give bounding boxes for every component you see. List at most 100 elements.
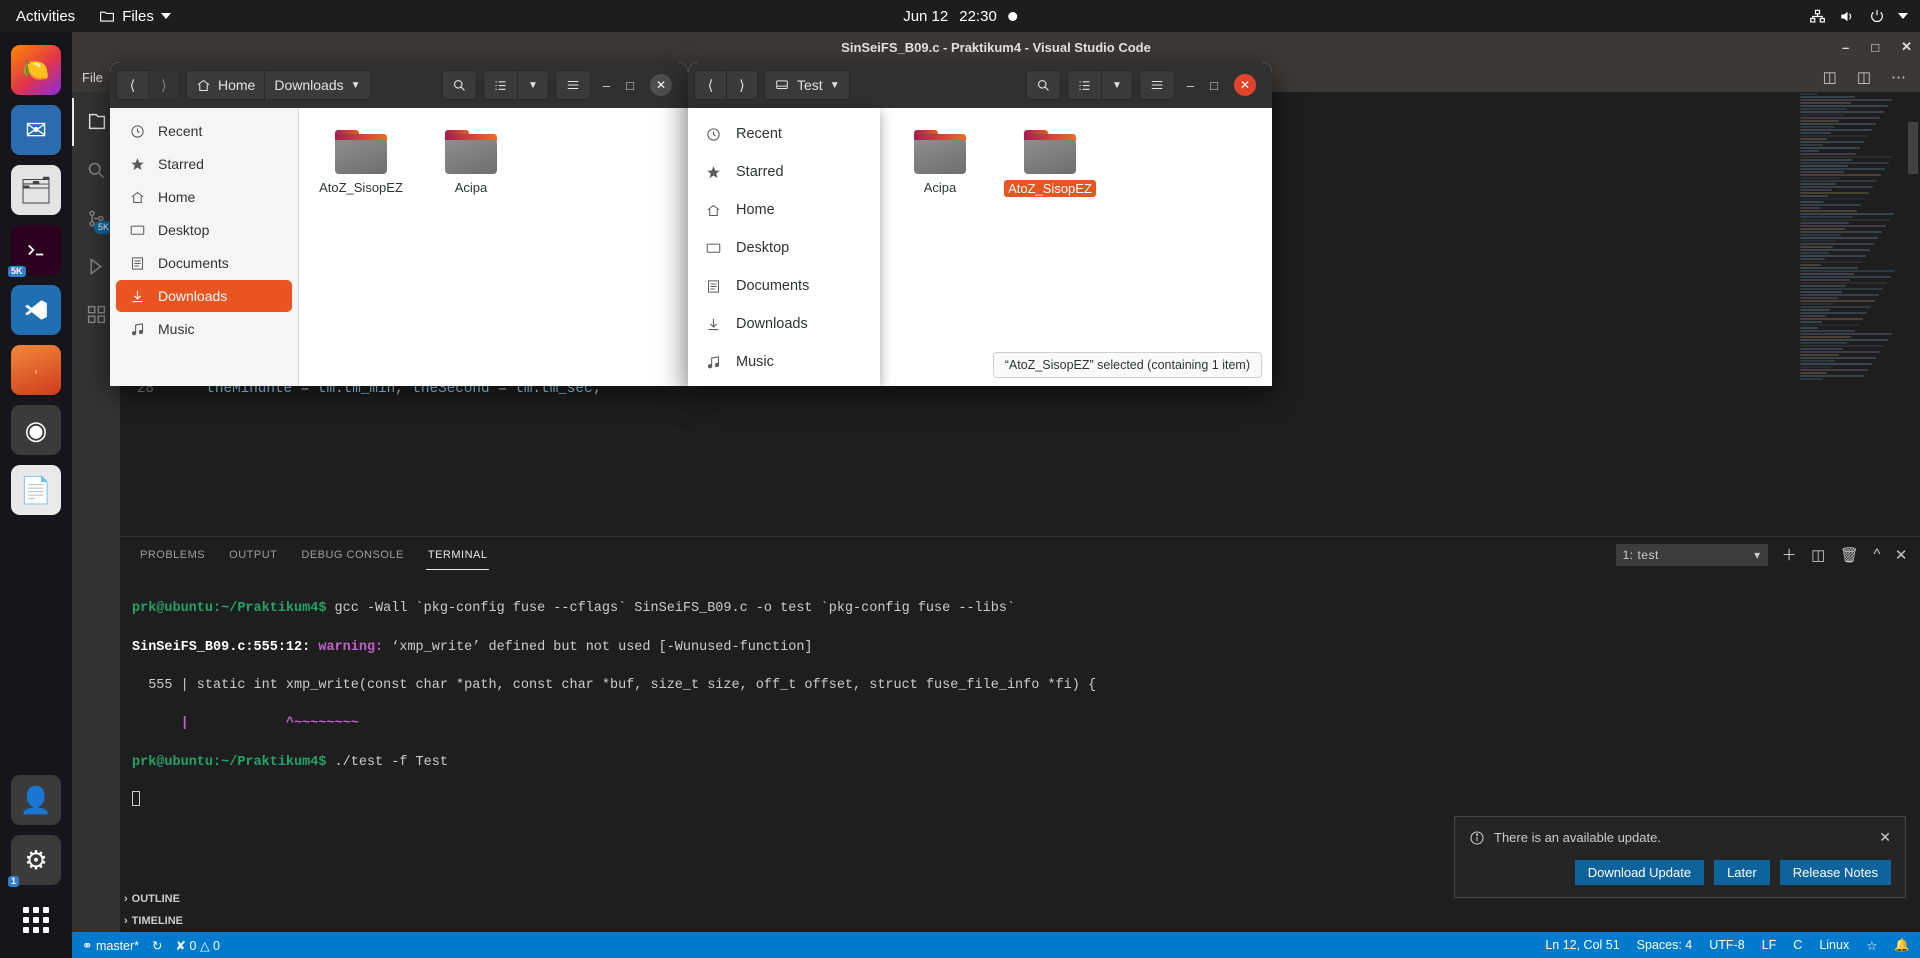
clock-button[interactable]: Jun 12 22:30 bbox=[903, 8, 1017, 25]
files1-close-button[interactable]: ✕ bbox=[650, 74, 672, 96]
files1-maximize-button[interactable]: □ bbox=[626, 78, 634, 93]
file-item[interactable]: AtoZ_​SisopEZ bbox=[309, 124, 413, 195]
minimap-line bbox=[1800, 324, 1859, 326]
menu-item-starred[interactable]: Starred bbox=[688, 153, 880, 191]
file-item[interactable]: Acipa bbox=[888, 124, 992, 197]
update-notification[interactable]: There is an available update. ✕ Download… bbox=[1454, 816, 1906, 898]
sidebar-item-downloads[interactable]: Downloads bbox=[116, 280, 292, 312]
places-dropdown-menu[interactable]: Recent Starred Home Desktop Documents Downloa… bbox=[688, 108, 880, 386]
more-actions-icon[interactable]: ⋯ bbox=[1891, 68, 1906, 86]
activities-button[interactable]: Activities bbox=[0, 8, 89, 25]
editor-scrollbar[interactable] bbox=[1906, 92, 1920, 536]
forward-button[interactable]: ⟩ bbox=[726, 70, 758, 100]
list-view-icon[interactable] bbox=[1066, 70, 1101, 100]
dock-item-files[interactable]: 🗂 bbox=[11, 165, 61, 215]
indentation[interactable]: Spaces: 4 bbox=[1637, 938, 1693, 952]
bell-dot-icon[interactable]: 🔔 bbox=[1894, 938, 1910, 953]
menu-item-music[interactable]: Music bbox=[688, 343, 880, 381]
sidebar-item-home[interactable]: Home bbox=[116, 181, 292, 213]
outline-section[interactable]: › OUTLINE bbox=[120, 888, 370, 910]
file-item[interactable]: AtoZ_​SisopEZ bbox=[998, 124, 1102, 197]
minimap-line bbox=[1800, 234, 1841, 236]
search-button[interactable] bbox=[1025, 70, 1061, 100]
close-panel-icon[interactable]: ✕ bbox=[1895, 546, 1908, 564]
path-home-button[interactable]: Home bbox=[186, 70, 265, 100]
chevron-up-icon[interactable]: ^ bbox=[1873, 546, 1881, 563]
tab-debug-console[interactable]: DEBUG CONSOLE bbox=[299, 540, 405, 569]
sidebar-item-documents[interactable]: Documents bbox=[116, 247, 292, 279]
download-update-button[interactable]: Download Update bbox=[1574, 860, 1705, 885]
list-view-icon[interactable] bbox=[482, 70, 517, 100]
minimap[interactable] bbox=[1796, 92, 1906, 536]
sidebar-item-music[interactable]: Music bbox=[116, 313, 292, 345]
view-options-chevron-down-icon[interactable]: ▼ bbox=[1100, 70, 1133, 100]
dock-item-firefox[interactable]: 🍋 bbox=[11, 45, 61, 95]
split-editor-icon[interactable]: ◫ bbox=[1823, 68, 1837, 86]
files1-minimize-button[interactable]: – bbox=[603, 78, 610, 93]
vscode-maximize-button[interactable]: □ bbox=[1871, 40, 1879, 55]
back-button[interactable]: ⟨ bbox=[116, 70, 148, 100]
power-icon bbox=[1869, 8, 1885, 24]
files2-maximize-button[interactable]: □ bbox=[1210, 78, 1218, 93]
path-current-button[interactable]: Test ▼ bbox=[764, 70, 850, 100]
menu-item-recent[interactable]: Recent bbox=[688, 115, 880, 153]
dock-item-user-account[interactable]: 👤 bbox=[11, 775, 61, 825]
editor-scrollbar-thumb[interactable] bbox=[1908, 122, 1918, 174]
tab-problems[interactable]: PROBLEMS bbox=[138, 540, 207, 569]
encoding[interactable]: UTF-8 bbox=[1709, 938, 1744, 952]
sidebar-item-desktop[interactable]: Desktop bbox=[116, 214, 292, 246]
vscode-minimize-button[interactable]: – bbox=[1842, 40, 1849, 55]
view-options-chevron-down-icon[interactable]: ▼ bbox=[516, 70, 549, 100]
menu-item-desktop[interactable]: Desktop bbox=[688, 229, 880, 267]
hamburger-menu-icon[interactable] bbox=[1138, 70, 1175, 100]
dock-item-libreoffice-writer[interactable]: 📄 bbox=[11, 465, 61, 515]
forward-button[interactable]: ⟩ bbox=[148, 70, 180, 100]
dock-item-ubuntu-software[interactable]: 𝃚 bbox=[11, 345, 61, 395]
vscode-close-button[interactable]: ✕ bbox=[1901, 39, 1912, 55]
sidebar-item-recent[interactable]: Recent bbox=[116, 115, 292, 147]
dock-item-thunderbird[interactable]: ✉ bbox=[11, 105, 61, 155]
branch-indicator[interactable]: ⚭ master* bbox=[82, 938, 139, 953]
app-menu-button[interactable]: Files bbox=[89, 8, 181, 25]
close-icon[interactable]: ✕ bbox=[1879, 829, 1891, 846]
path-current-button[interactable]: Downloads ▼ bbox=[264, 70, 371, 100]
files2-minimize-button[interactable]: – bbox=[1187, 78, 1194, 93]
files2-close-button[interactable]: ✕ bbox=[1234, 74, 1256, 96]
files-window-downloads[interactable]: ⟨ ⟩ Home Downloads ▼ ▼ – □ ✕ Recent Star… bbox=[110, 62, 688, 386]
tab-output[interactable]: OUTPUT bbox=[227, 540, 279, 569]
file-item[interactable]: Acipa bbox=[419, 124, 523, 195]
menu-item-file[interactable]: File bbox=[82, 70, 103, 85]
system-tray[interactable] bbox=[1809, 8, 1908, 24]
later-button[interactable]: Later bbox=[1714, 860, 1770, 885]
show-applications-button[interactable] bbox=[11, 895, 61, 945]
layout-icon[interactable]: ◫ bbox=[1857, 68, 1871, 86]
menu-item-documents[interactable]: Documents bbox=[688, 267, 880, 305]
terminal-selector[interactable]: 1: test ▾ bbox=[1615, 543, 1768, 566]
dock-item-help[interactable]: ◉ bbox=[11, 405, 61, 455]
sidebar-item-starred[interactable]: Starred bbox=[116, 148, 292, 180]
platform-indicator[interactable]: Linux bbox=[1819, 938, 1849, 952]
menu-item-downloads[interactable]: Downloads bbox=[688, 305, 880, 343]
dock-item-terminal[interactable]: 5K bbox=[8, 225, 61, 277]
release-notes-button[interactable]: Release Notes bbox=[1779, 860, 1891, 885]
end-of-line[interactable]: LF bbox=[1762, 938, 1777, 952]
language-mode[interactable]: C bbox=[1793, 938, 1802, 952]
tab-terminal[interactable]: TERMINAL bbox=[425, 540, 490, 570]
files-window-test[interactable]: ⟨ ⟩ Test ▼ bbox=[688, 62, 1272, 386]
files1-icon-view[interactable]: AtoZ_​SisopEZ Acipa bbox=[299, 108, 688, 386]
back-button[interactable]: ⟨ bbox=[694, 70, 726, 100]
timeline-section[interactable]: › TIMELINE bbox=[120, 910, 370, 932]
problems-indicator[interactable]: ✘ 0 △ 0 bbox=[176, 938, 220, 953]
cursor-position[interactable]: Ln 12, Col 51 bbox=[1545, 938, 1619, 952]
dock-item-settings[interactable]: ⚙ 1 bbox=[8, 835, 61, 887]
new-terminal-icon[interactable]: ＋ bbox=[1782, 544, 1798, 565]
kill-terminal-icon[interactable]: 🗑 bbox=[1840, 546, 1860, 564]
menu-item-home[interactable]: Home bbox=[688, 191, 880, 229]
split-terminal-icon[interactable]: ◫ bbox=[1811, 546, 1826, 564]
search-button[interactable] bbox=[441, 70, 477, 100]
minimap-line bbox=[1800, 99, 1892, 101]
dock-item-vscode[interactable] bbox=[11, 285, 61, 335]
sync-icon[interactable]: ↻ bbox=[152, 938, 162, 953]
hamburger-menu-icon[interactable] bbox=[554, 70, 591, 100]
feedback-icon[interactable]: ☆ bbox=[1866, 938, 1877, 953]
